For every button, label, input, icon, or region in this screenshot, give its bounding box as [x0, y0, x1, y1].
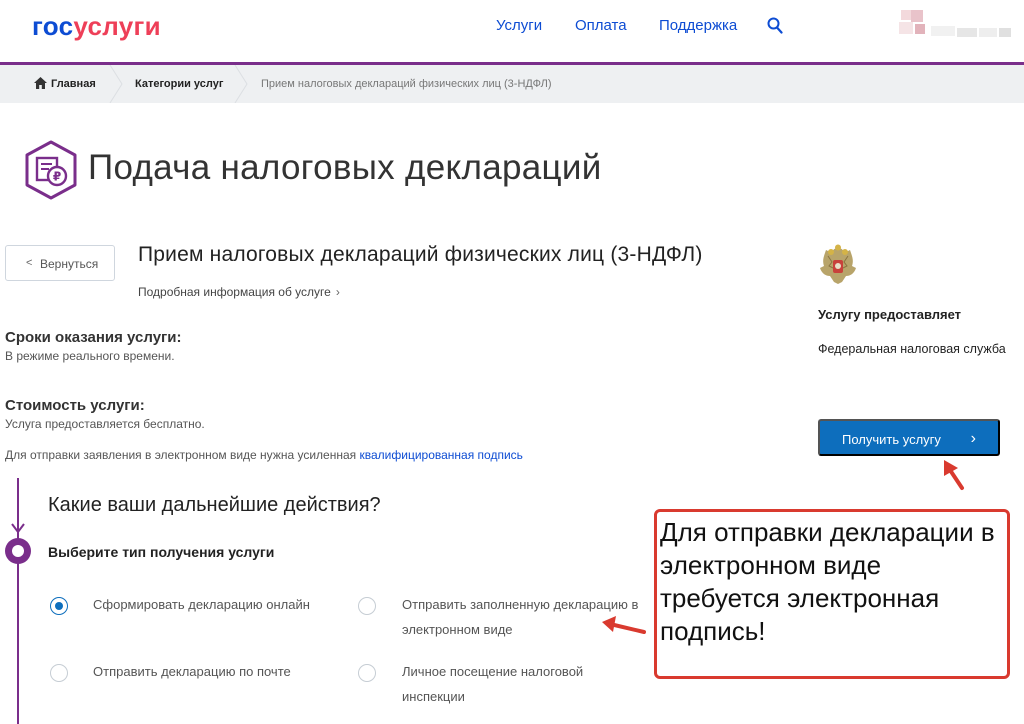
terms-heading: Сроки оказания услуги: [5, 329, 182, 346]
get-service-button[interactable]: Получить услугу › [818, 419, 1000, 456]
option-form-online-label[interactable]: Сформировать декларацию онлайн [93, 592, 333, 617]
get-service-label: Получить услугу [842, 432, 941, 447]
arrow-down-icon [11, 523, 25, 534]
home-icon [34, 77, 47, 89]
signature-note-text: Для отправки заявления в электронном вид… [5, 448, 357, 462]
provider-name: Федеральная налоговая служба [818, 342, 1006, 356]
radio-send-electronic[interactable] [358, 597, 376, 615]
nav-support[interactable]: Поддержка [659, 17, 737, 34]
provider-label: Услугу предоставляет [818, 307, 962, 322]
breadcrumb-separator [109, 65, 123, 103]
step-marker [5, 538, 31, 564]
logo-text-gos: гос [32, 11, 74, 41]
annotation-text: Для отправки декларации в электронном ви… [660, 517, 995, 646]
signature-note: Для отправки заявления в электронном вид… [5, 448, 523, 462]
breadcrumb-home[interactable]: Главная [51, 65, 96, 103]
chevron-right-icon: › [970, 430, 976, 447]
svg-text:₽: ₽ [53, 170, 61, 184]
chevron-left-icon: < [26, 257, 33, 269]
radio-form-online[interactable] [50, 597, 68, 615]
breadcrumb-current: Прием налоговых деклараций физических ли… [261, 78, 552, 90]
next-steps-question: Какие ваши дальнейшие действия? [48, 494, 381, 516]
radio-send-by-post[interactable] [50, 664, 68, 682]
qualified-signature-link[interactable]: квалифицированная подпись [360, 448, 523, 462]
breadcrumb-separator [234, 65, 248, 103]
option-send-by-post-label[interactable]: Отправить декларацию по почте [93, 659, 333, 684]
nav-payment[interactable]: Оплата [575, 17, 627, 34]
back-button[interactable]: < Вернуться [5, 245, 115, 281]
gosuslugi-logo[interactable]: госуслуги [32, 11, 161, 42]
service-title: Прием налоговых деклараций физических ли… [138, 243, 703, 266]
steps-timeline [17, 478, 19, 724]
user-profile-blurred[interactable] [895, 8, 1013, 44]
step-label: Выберите тип получения услуги [48, 544, 275, 560]
coat-of-arms-emblem [820, 244, 856, 284]
red-arrow-left-icon [602, 616, 646, 634]
terms-value: В режиме реального времени. [5, 349, 175, 363]
chevron-right-icon: › [335, 285, 340, 299]
radio-visit-inspection[interactable] [358, 664, 376, 682]
option-visit-inspection-label[interactable]: Личное посещение налоговой инспекции [402, 659, 602, 709]
cost-heading: Стоимость услуги: [5, 397, 145, 414]
nav-services[interactable]: Услуги [496, 17, 542, 34]
back-button-label: Вернуться [40, 257, 99, 271]
red-arrow-up-icon [944, 460, 964, 490]
details-link-label: Подробная информация об услуге [138, 285, 331, 299]
logo-text-uslugi: услуги [73, 11, 161, 41]
page-title: Подача налоговых деклараций [88, 148, 602, 187]
search-icon[interactable] [767, 17, 783, 35]
service-details-link[interactable]: Подробная информация об услуге › [138, 285, 340, 299]
cost-value: Услуга предоставляется бесплатно. [5, 417, 205, 431]
breadcrumb-categories[interactable]: Категории услуг [135, 65, 223, 103]
tax-declaration-icon: ₽ [25, 140, 77, 200]
